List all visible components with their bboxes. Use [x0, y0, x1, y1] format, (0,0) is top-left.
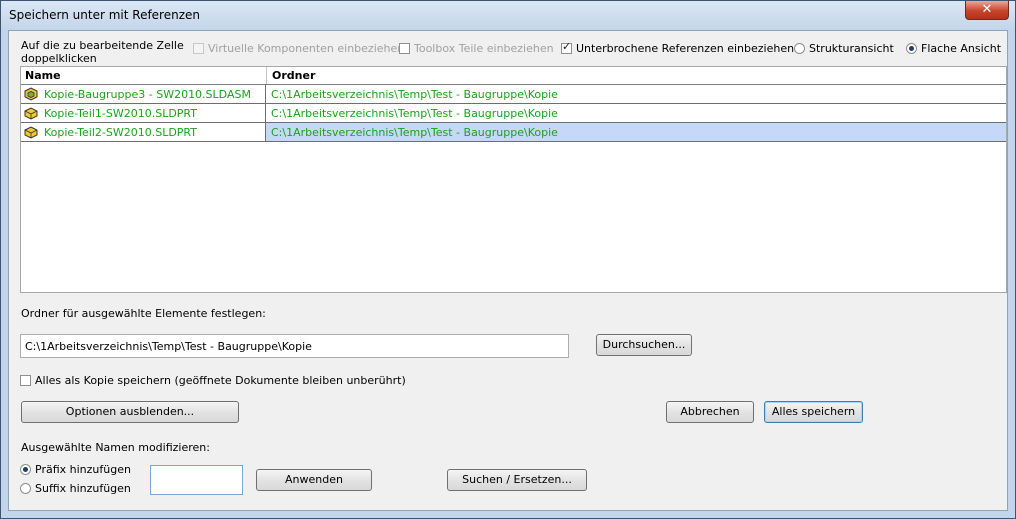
folder-label: Ordner für ausgewählte Elemente festlege… — [21, 307, 266, 320]
broken-references-label: Unterbrochene Referenzen einbeziehen — [576, 42, 795, 55]
folder-cell[interactable]: C:\1Arbeitsverzeichnis\Temp\Test - Baugr… — [266, 104, 1006, 122]
radio-circle — [906, 43, 917, 54]
modify-names-label: Ausgewählte Namen modifizieren: — [21, 441, 210, 454]
part-icon — [24, 107, 38, 120]
column-divider[interactable] — [266, 67, 267, 84]
part-icon — [24, 126, 38, 139]
browse-button[interactable]: Durchsuchen... — [596, 334, 692, 356]
radio-circle — [20, 464, 31, 475]
component-folder: C:\1Arbeitsverzeichnis\Temp\Test - Baugr… — [271, 107, 558, 120]
checkbox-box — [20, 375, 31, 386]
assembly-icon — [24, 87, 38, 101]
toolbox-parts-checkbox[interactable]: Toolbox Teile einbeziehen — [399, 42, 554, 56]
tree-view-label: Strukturansicht — [809, 42, 894, 55]
component-name: Kopie-Baugruppe3 - SW2010.SLDASM — [44, 88, 251, 101]
folder-cell[interactable]: C:\1Arbeitsverzeichnis\Temp\Test - Baugr… — [266, 123, 1006, 141]
prefix-label: Präfix hinzufügen — [35, 463, 131, 476]
name-cell[interactable]: Kopie-Baugruppe3 - SW2010.SLDASM — [21, 85, 266, 103]
close-button[interactable]: ✕ — [965, 1, 1009, 20]
suffix-radio[interactable]: Suffix hinzufügen — [20, 482, 131, 495]
checkbox-box — [193, 43, 204, 54]
table-row[interactable]: Kopie-Baugruppe3 - SW2010.SLDASM C:\1Arb… — [21, 85, 1006, 104]
save-as-copy-label: Alles als Kopie speichern (geöffnete Dok… — [35, 374, 406, 387]
component-name: Kopie-Teil2-SW2010.SLDPRT — [44, 126, 197, 139]
window-title: Speichern unter mit Referenzen — [9, 8, 201, 22]
references-table[interactable]: Name Ordner Kopie-Baugruppe3 - SW2010.SL… — [20, 66, 1007, 293]
prefix-suffix-input[interactable] — [150, 465, 243, 495]
folder-cell[interactable]: C:\1Arbeitsverzeichnis\Temp\Test - Baugr… — [266, 85, 1006, 103]
radio-circle — [20, 483, 31, 494]
hide-options-button[interactable]: Optionen ausblenden... — [21, 401, 239, 423]
apply-button[interactable]: Anwenden — [256, 469, 372, 491]
virtual-components-label: Virtuelle Komponenten einbeziehen — [208, 42, 405, 55]
suffix-label: Suffix hinzufügen — [35, 482, 131, 495]
cancel-button[interactable]: Abbrechen — [666, 401, 754, 423]
toolbox-parts-label: Toolbox Teile einbeziehen — [414, 42, 554, 55]
radio-circle — [794, 43, 805, 54]
checkbox-box: ✓ — [561, 40, 572, 54]
radio-dot — [23, 467, 28, 472]
dialog-client: Auf die zu bearbeitende Zelle doppelklic… — [8, 30, 1008, 511]
flat-view-label: Flache Ansicht — [921, 42, 1002, 55]
flat-view-radio[interactable]: Flache Ansicht — [906, 42, 1001, 56]
radio-dot — [909, 46, 914, 51]
title-bar[interactable]: Speichern unter mit Referenzen ✕ — [1, 1, 1015, 29]
checkmark-icon: ✓ — [562, 40, 572, 53]
edit-hint: Auf die zu bearbeitende Zelle doppelklic… — [21, 39, 184, 65]
column-header-name[interactable]: Name — [25, 69, 61, 82]
folder-input-value: C:\1Arbeitsverzeichnis\Temp\Test - Baugr… — [25, 340, 312, 353]
dialog-window: Speichern unter mit Referenzen ✕ Auf die… — [0, 0, 1016, 519]
tree-view-radio[interactable]: Strukturansicht — [794, 42, 894, 56]
save-all-button[interactable]: Alles speichern — [764, 401, 863, 423]
component-folder: C:\1Arbeitsverzeichnis\Temp\Test - Baugr… — [271, 126, 558, 139]
save-as-copy-checkbox[interactable]: Alles als Kopie speichern (geöffnete Dok… — [20, 374, 406, 387]
component-folder: C:\1Arbeitsverzeichnis\Temp\Test - Baugr… — [271, 88, 558, 101]
search-replace-button[interactable]: Suchen / Ersetzen... — [447, 469, 587, 491]
table-header: Name Ordner — [21, 67, 1006, 85]
virtual-components-checkbox[interactable]: Virtuelle Komponenten einbeziehen — [193, 42, 404, 56]
table-row[interactable]: Kopie-Teil2-SW2010.SLDPRT C:\1Arbeitsver… — [21, 123, 1006, 142]
table-row[interactable]: Kopie-Teil1-SW2010.SLDPRT C:\1Arbeitsver… — [21, 104, 1006, 123]
name-cell[interactable]: Kopie-Teil1-SW2010.SLDPRT — [21, 104, 266, 122]
folder-input[interactable]: C:\1Arbeitsverzeichnis\Temp\Test - Baugr… — [20, 334, 569, 358]
name-cell[interactable]: Kopie-Teil2-SW2010.SLDPRT — [21, 123, 266, 141]
column-header-folder[interactable]: Ordner — [272, 69, 315, 82]
prefix-radio[interactable]: Präfix hinzufügen — [20, 463, 131, 476]
broken-references-checkbox[interactable]: ✓ Unterbrochene Referenzen einbeziehen — [561, 40, 795, 56]
component-name: Kopie-Teil1-SW2010.SLDPRT — [44, 107, 197, 120]
checkbox-box — [399, 43, 410, 54]
close-icon: ✕ — [981, 2, 993, 17]
